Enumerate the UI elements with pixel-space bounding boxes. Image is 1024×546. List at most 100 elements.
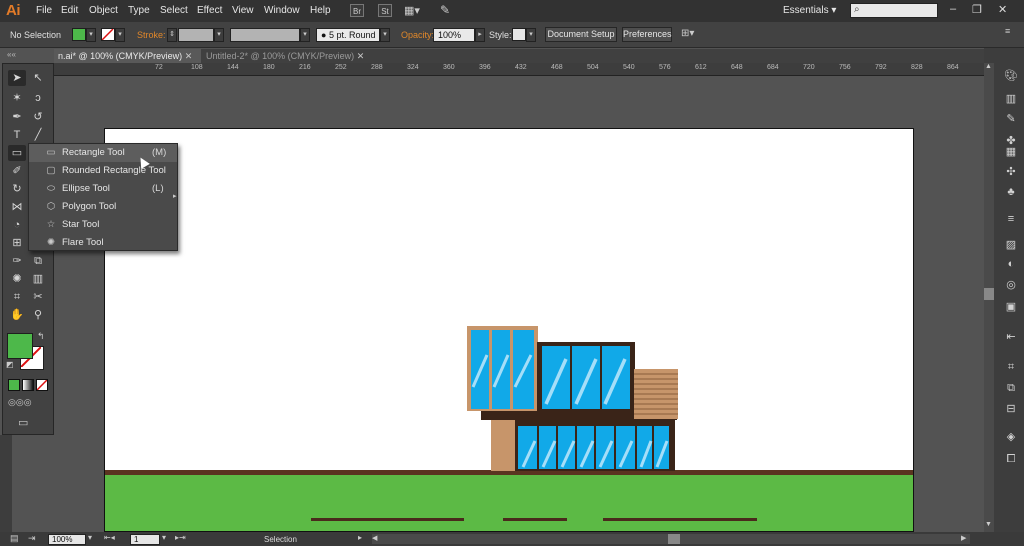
arrange-documents-icon[interactable]: ▦▾ — [404, 4, 420, 17]
width-tool-icon[interactable]: ⋈ — [8, 199, 26, 215]
stroke-weight-stepper[interactable]: ⇕ — [167, 28, 177, 42]
scroll-up-icon[interactable]: ▲ — [985, 63, 992, 70]
scroll-thumb[interactable] — [668, 534, 680, 544]
status-arrow-icon[interactable]: ▸ — [358, 533, 362, 542]
pathfinder-icon[interactable]: ⧉ — [1004, 381, 1018, 395]
rectangle-tool-icon[interactable]: ▭ — [8, 145, 26, 161]
artboard-dropdown-icon[interactable]: ▾ — [162, 533, 166, 542]
scroll-down-icon[interactable]: ▼ — [985, 521, 992, 528]
first-artboard-icon[interactable]: ⇤◂ — [104, 533, 115, 542]
close-button[interactable]: ✕ — [998, 3, 1007, 16]
variable-width-profile[interactable] — [230, 28, 300, 42]
workspace-switcher[interactable]: Essentials ▾ — [783, 5, 836, 16]
horizontal-scrollbar[interactable]: ◀ ▶ — [372, 534, 970, 544]
scroll-thumb[interactable] — [984, 288, 994, 300]
menu-window[interactable]: Window — [264, 5, 300, 16]
menu-edit[interactable]: Edit — [61, 5, 78, 16]
opacity-label[interactable]: Opacity: — [401, 30, 434, 40]
none-mode-icon[interactable] — [36, 379, 48, 391]
gradient-mode-icon[interactable] — [22, 379, 34, 391]
profile-dropdown[interactable]: ▾ — [300, 28, 310, 42]
hand-tool-icon[interactable]: ✋ — [8, 307, 26, 323]
brush-definition[interactable]: ● 5 pt. Round — [316, 28, 380, 42]
align-objects-icon[interactable]: ⊟ — [1004, 402, 1018, 416]
style-dropdown[interactable]: ▾ — [526, 28, 536, 42]
menu-object[interactable]: Object — [89, 5, 118, 16]
vertical-scrollbar[interactable]: ▲ ▼ — [984, 63, 994, 532]
opacity-dropdown[interactable]: ▸ — [475, 28, 485, 42]
transform-panel-icon[interactable]: ⌗ — [1004, 360, 1018, 374]
artboard-tool-icon[interactable]: ⌗ — [8, 289, 26, 305]
stroke-swatch[interactable] — [101, 28, 115, 41]
curvature-tool-icon[interactable]: ↺ — [29, 109, 47, 125]
minimize-button[interactable]: – — [950, 3, 956, 15]
restore-button[interactable]: ❐ — [972, 3, 982, 16]
brush-dropdown[interactable]: ▾ — [380, 28, 390, 42]
menu-help[interactable]: Help — [310, 5, 331, 16]
horizontal-ruler[interactable]: 72 108 144 180 216 252 288 324 360 396 4… — [54, 63, 984, 76]
menu-effect[interactable]: Effect — [197, 5, 222, 16]
color-panel-icon[interactable]: 🎨︎ — [1004, 69, 1018, 83]
tab-document-2[interactable]: Untitled-2* @ 100% (CMYK/Preview) ✕ — [202, 49, 412, 63]
menu-select[interactable]: Select — [160, 5, 188, 16]
gradient-panel-icon[interactable]: ▨ — [1004, 238, 1018, 252]
swap-fill-stroke-icon[interactable]: ↰ — [37, 331, 45, 342]
color-guide-icon[interactable]: ▥ — [1004, 92, 1018, 106]
flyout-item-star[interactable]: ☆ Star Tool — [29, 216, 177, 234]
layers-icon[interactable]: ◈ — [1004, 430, 1018, 444]
zoom-dropdown-icon[interactable]: ▾ — [88, 533, 92, 542]
pen-tool-icon[interactable]: ✒ — [8, 109, 26, 125]
symbols-club-icon[interactable]: ♣ — [1004, 185, 1018, 199]
symbol-sprayer-icon[interactable]: ✺ — [8, 271, 26, 287]
stroke-weight-dropdown[interactable]: ▾ — [214, 28, 224, 42]
brushes-icon[interactable]: ✣ — [1004, 165, 1018, 179]
flyout-item-rounded-rectangle[interactable]: ▢ Rounded Rectangle Tool — [29, 162, 177, 180]
fill-swatch[interactable] — [72, 28, 86, 41]
fill-dropdown[interactable]: ▾ — [86, 28, 96, 42]
stroke-panel-icon[interactable]: ≡ — [1004, 212, 1018, 226]
flyout-item-polygon[interactable]: ⬡ Polygon Tool — [29, 198, 177, 216]
stroke-weight-field[interactable] — [178, 28, 214, 42]
zoom-input[interactable]: 100% — [48, 534, 86, 545]
menu-view[interactable]: View — [232, 5, 254, 16]
default-colors-icon[interactable]: ◩ — [6, 360, 14, 369]
direct-selection-tool-icon[interactable]: ↖ — [29, 70, 47, 86]
fill-color-box[interactable] — [7, 333, 33, 359]
drawing-modes-icon[interactable]: ◎◎◎ — [8, 397, 32, 408]
eyedropper-icon[interactable]: ✑ — [8, 253, 26, 269]
align-icon[interactable]: ⇤ — [1004, 330, 1018, 344]
scroll-left-icon[interactable]: ◀ — [372, 534, 377, 542]
control-menu-icon[interactable]: ≡ — [1005, 26, 1010, 36]
paintbrush-icon[interactable]: ✐ — [8, 163, 26, 179]
opacity-input[interactable]: 100% — [433, 28, 475, 42]
shape-builder-icon[interactable]: ◔ — [8, 217, 26, 233]
transparency-icon[interactable]: ◐ — [1004, 257, 1018, 271]
artboards-icon[interactable]: ⧠ — [1004, 452, 1018, 466]
close-icon[interactable]: ✕ — [185, 51, 193, 61]
stock-button[interactable]: St — [378, 4, 392, 17]
tab-document-1[interactable]: n.ai* @ 100% (CMYK/Preview) ✕ — [54, 49, 201, 63]
bridge-button[interactable]: Br — [350, 4, 364, 17]
swatches-icon[interactable]: ▦ — [1004, 145, 1018, 159]
gpu-performance-icon[interactable]: ✎ — [440, 3, 450, 17]
mesh-tool-icon[interactable]: ⊞ — [8, 235, 26, 251]
appearance-icon[interactable]: ◎ — [1004, 278, 1018, 292]
menu-file[interactable]: File — [36, 5, 52, 16]
magic-wand-icon[interactable]: ✶ — [8, 90, 26, 106]
next-artboard-icon[interactable]: ▸⇥ — [175, 533, 186, 542]
color-mode-icon[interactable] — [8, 379, 20, 391]
search-input[interactable]: ⌕ — [850, 3, 938, 18]
zoom-tool-icon[interactable]: ⚲ — [29, 307, 47, 323]
panel-collapse-icon[interactable]: «« — [7, 50, 16, 59]
stroke-dropdown[interactable]: ▾ — [115, 28, 125, 42]
selection-tool-icon[interactable]: ➤ — [8, 70, 26, 86]
stroke-label[interactable]: Stroke: — [137, 30, 166, 40]
graphic-styles-icon[interactable]: ▣ — [1004, 300, 1018, 314]
blend-tool-icon[interactable]: ⧉ — [29, 253, 47, 269]
document-setup-button[interactable]: Document Setup — [545, 27, 617, 42]
open-in-bridge-icon[interactable]: ⇥ — [28, 533, 36, 544]
artboard[interactable] — [104, 128, 914, 532]
preferences-button[interactable]: Preferences — [622, 27, 672, 42]
vertical-ruler[interactable] — [0, 435, 12, 532]
slice-tool-icon[interactable]: ✂ — [29, 289, 47, 305]
